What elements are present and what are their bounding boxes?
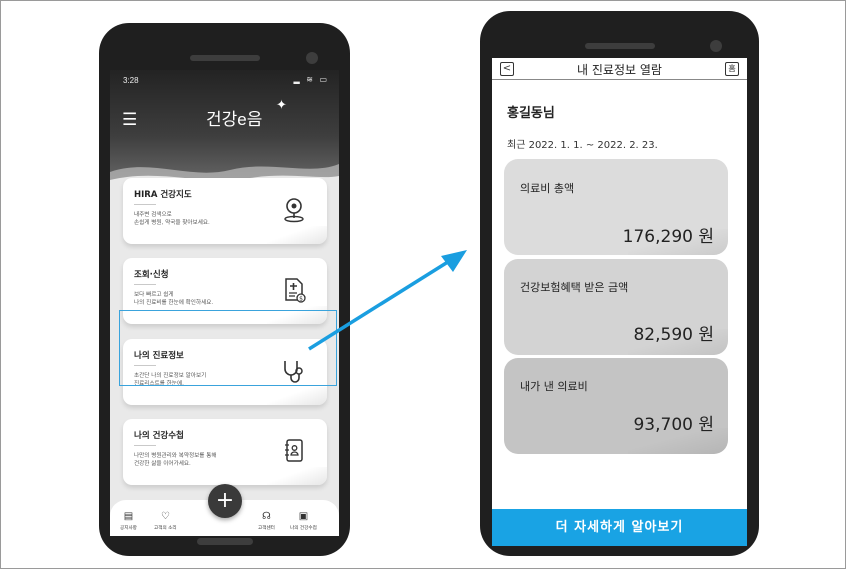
amount-value: 82,590 원 <box>633 325 714 345</box>
card-title: 나의 건강수첩 <box>134 431 184 441</box>
nav-label: 공지사항 <box>120 526 137 531</box>
card-description: 보다 빠르고 쉽게 나의 진료비를 한눈에 확인하세요. <box>134 291 213 307</box>
heart-chat-icon: ♡ <box>160 511 170 522</box>
amount-label: 건강보험혜택 받은 금액 <box>520 281 629 294</box>
screen-header: < 내 진료정보 열람 홈 <box>492 58 747 80</box>
nav-customer-voice[interactable]: ♡ 고객의 소리 <box>154 511 177 531</box>
app-brand-title: 건강e음 <box>206 110 263 129</box>
nav-health-notebook[interactable]: ▣ 나의 건강수첩 <box>290 511 317 531</box>
out-of-pocket-card: 내가 낸 의료비 93,700 원 <box>504 358 728 454</box>
front-camera <box>306 52 318 64</box>
notebook-icon <box>281 437 307 465</box>
card-my-health-notebook[interactable]: 나의 건강수첩 나만의 병원관리와 복약정보를 통해 건강한 삶을 이어가세요. <box>123 419 327 485</box>
card-desc-line: 건강한 삶을 이어가세요. <box>134 461 191 467</box>
hero-banner: 3:28 ▂ ≋ ▭ ☰ 건강e음 ✦ <box>110 70 339 190</box>
brand-sparkle-icon: ✦ <box>276 98 287 113</box>
period-text: 최근 2022. 1. 1. ~ 2022. 2. 23. <box>507 140 658 151</box>
card-desc-line: 손쉽게 병원, 약국을 찾아보세요. <box>134 220 210 226</box>
card-title: 조회·신청 <box>134 270 169 280</box>
speaker-grille <box>189 55 260 61</box>
notice-icon: ▤ <box>123 511 134 522</box>
medical-info-screen: < 내 진료정보 열람 홈 홍길동님 최근 2022. 1. 1. ~ 2022… <box>492 58 747 546</box>
screen-title: 내 진료정보 열람 <box>577 63 662 77</box>
status-icons: ▂ ≋ ▭ <box>293 75 329 84</box>
front-camera <box>710 40 722 52</box>
notebook-icon: ▣ <box>298 511 309 522</box>
amount-label: 내가 낸 의료비 <box>520 380 588 393</box>
map-pin-icon <box>281 196 307 224</box>
canvas-frame: 3:28 ▂ ≋ ▭ ☰ 건강e음 ✦ HIRA 건강지도 내주변 검색으로 손… <box>0 0 846 569</box>
headset-icon: ☊ <box>262 511 271 522</box>
insurance-benefit-card: 건강보험혜택 받은 금액 82,590 원 <box>504 259 728 355</box>
card-description: 내주변 검색으로 손쉽게 병원, 약국을 찾아보세요. <box>134 211 210 227</box>
user-name: 홍길동님 <box>507 106 555 121</box>
card-divider <box>134 284 156 285</box>
learn-more-button[interactable]: 더 자세하게 알아보기 <box>492 509 747 546</box>
right-phone: < 내 진료정보 열람 홈 홍길동님 최근 2022. 1. 1. ~ 2022… <box>480 11 759 556</box>
add-fab-button[interactable]: + <box>208 484 242 518</box>
home-button[interactable]: 홈 <box>725 62 739 76</box>
card-desc-line: 나만의 병원관리와 복약정보를 통해 <box>134 453 217 459</box>
card-desc-line: 보다 빠르고 쉽게 <box>134 292 174 298</box>
speaker-grille <box>584 43 655 49</box>
card-divider <box>134 445 156 446</box>
card-desc-line: 나의 진료비를 한눈에 확인하세요. <box>134 300 214 306</box>
total-medical-cost-card: 의료비 총액 176,290 원 <box>504 159 728 255</box>
nav-label: 고객의 소리 <box>154 526 177 531</box>
amount-label: 의료비 총액 <box>520 182 575 195</box>
amount-value: 176,290 원 <box>622 227 714 247</box>
flow-arrow <box>308 250 467 351</box>
card-divider <box>134 204 156 205</box>
card-title: HIRA 건강지도 <box>134 190 192 200</box>
card-desc-line: 내주변 검색으로 <box>134 212 172 218</box>
card-description: 나만의 병원관리와 복약정보를 통해 건강한 삶을 이어가세요. <box>134 452 217 468</box>
nav-notice[interactable]: ▤ 공지사항 <box>120 511 137 531</box>
status-time: 3:28 <box>123 76 139 85</box>
nav-label: 고객센터 <box>258 526 275 531</box>
nav-label: 나의 건강수첩 <box>290 526 317 531</box>
card-hira-health-map[interactable]: HIRA 건강지도 내주변 검색으로 손쉽게 병원, 약국을 찾아보세요. <box>123 178 327 244</box>
menu-icon[interactable]: ☰ <box>122 112 137 129</box>
amount-value: 93,700 원 <box>633 415 714 435</box>
home-indicator <box>196 538 253 545</box>
nav-customer-center[interactable]: ☊ 고객센터 <box>258 511 275 531</box>
